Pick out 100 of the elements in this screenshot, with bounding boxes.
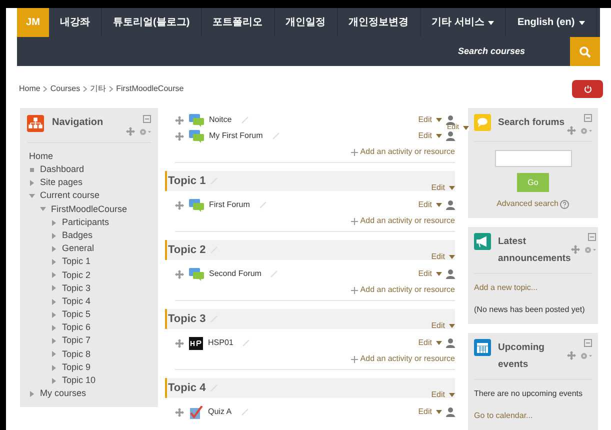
navigation-link[interactable]: Topic 4 (62, 294, 91, 308)
navigation-link[interactable]: Topic 8 (62, 348, 91, 362)
person-icon[interactable] (446, 200, 455, 210)
activity-link[interactable]: Noitce (209, 114, 232, 126)
move-icon[interactable] (126, 127, 135, 136)
search-button[interactable] (570, 37, 600, 66)
calendar-link[interactable]: Go to calendar... (474, 410, 592, 422)
person-icon[interactable] (446, 338, 455, 348)
logout-button[interactable] (572, 80, 603, 98)
activity-link[interactable]: Second Forum (209, 268, 262, 280)
navigation-link[interactable]: Badges (62, 228, 93, 242)
collapsed-triangle-icon[interactable] (51, 298, 57, 305)
edit-menu[interactable]: Edit (431, 389, 455, 401)
navigation-link[interactable]: Topic 9 (62, 360, 91, 374)
edit-menu[interactable]: Edit (418, 406, 442, 418)
navigation-link[interactable]: Current course (40, 189, 100, 203)
navigation-link[interactable]: General (62, 242, 94, 256)
activity-link[interactable]: Quiz A (208, 406, 232, 418)
person-icon[interactable] (446, 115, 455, 125)
edit-menu[interactable]: Edit (431, 320, 455, 332)
collapsed-triangle-icon[interactable] (51, 232, 57, 239)
add-topic-link[interactable]: Add a new topic... (474, 282, 592, 294)
move-icon[interactable] (175, 132, 184, 140)
navigation-link[interactable]: Home (29, 150, 54, 164)
navigation-link[interactable]: Topic 1 (62, 255, 91, 269)
navigation-link[interactable]: Topic 3 (62, 282, 91, 296)
menu-item[interactable]: 튜토리얼(블로그) (102, 8, 202, 37)
pencil-icon[interactable] (242, 339, 250, 347)
collapsed-triangle-icon[interactable] (51, 312, 57, 318)
edit-menu[interactable]: Edit (431, 182, 455, 194)
collapsed-triangle-icon[interactable] (51, 220, 57, 226)
breadcrumb-link[interactable]: Home (19, 83, 40, 95)
collapsed-triangle-icon[interactable] (51, 285, 57, 292)
menu-item[interactable]: 내강좌 (49, 8, 102, 37)
move-icon[interactable] (570, 245, 580, 254)
collapse-icon[interactable] (584, 114, 592, 122)
pencil-icon[interactable] (240, 116, 249, 124)
expanded-triangle-icon[interactable] (40, 206, 46, 212)
collapsed-triangle-icon[interactable] (29, 180, 35, 186)
pencil-icon[interactable] (272, 132, 280, 140)
add-activity-link[interactable]: Add an activity or resource (351, 353, 455, 365)
navigation-link[interactable]: FirstMoodleCourse (51, 202, 128, 216)
activity-link[interactable]: First Forum (209, 199, 250, 211)
edit-menu[interactable]: Edit (418, 199, 442, 211)
pencil-icon[interactable] (258, 201, 267, 209)
collapse-icon[interactable] (584, 339, 592, 347)
search-input[interactable] (494, 150, 572, 167)
breadcrumb-link[interactable]: Courses (50, 83, 80, 95)
collapsed-triangle-icon[interactable] (51, 351, 57, 358)
collapsed-triangle-icon[interactable] (51, 272, 57, 278)
edit-menu[interactable]: Edit (418, 114, 442, 126)
navigation-link[interactable]: Topic 5 (62, 308, 91, 322)
activity-link[interactable]: My First Forum (209, 130, 263, 142)
pencil-icon[interactable] (240, 408, 249, 416)
navigation-link[interactable]: Site pages (40, 176, 83, 190)
gear-icon[interactable] (139, 128, 151, 136)
move-icon[interactable] (175, 408, 184, 416)
navigation-link[interactable]: My courses (40, 387, 86, 401)
collapsed-triangle-icon[interactable] (51, 338, 57, 344)
edit-menu[interactable]: Edit (418, 268, 442, 280)
move-icon[interactable] (175, 338, 184, 348)
collapse-icon[interactable] (588, 233, 596, 241)
add-activity-link[interactable]: Add an activity or resource (351, 215, 455, 227)
move-icon[interactable] (175, 200, 184, 210)
collapsed-triangle-icon[interactable] (51, 325, 57, 332)
navigation-link[interactable]: Topic 2 (62, 268, 91, 282)
collapsed-triangle-icon[interactable] (51, 364, 57, 371)
move-icon[interactable] (567, 351, 576, 360)
activity-link[interactable]: HSP01 (208, 337, 234, 349)
collapsed-triangle-icon[interactable] (51, 246, 57, 252)
move-icon[interactable] (567, 126, 576, 135)
gear-icon[interactable] (584, 246, 596, 254)
gear-icon[interactable] (580, 352, 592, 360)
breadcrumb-link[interactable]: FirstMoodleCourse (116, 83, 184, 95)
add-activity-link[interactable]: Add an activity or resource (351, 146, 455, 158)
breadcrumb-link[interactable]: 기타 (90, 83, 106, 95)
person-icon[interactable] (446, 407, 455, 417)
menu-item[interactable]: 포트폴리오 (202, 8, 275, 37)
advanced-search-link[interactable]: Advanced search (496, 198, 558, 210)
move-icon[interactable] (175, 116, 184, 124)
add-activity-link[interactable]: Add an activity or resource (351, 284, 455, 296)
navigation-link[interactable]: Topic 10 (62, 374, 96, 388)
navigation-link[interactable]: Participants (62, 216, 110, 230)
person-icon[interactable] (446, 131, 455, 141)
pencil-icon[interactable] (270, 270, 278, 278)
search-field[interactable]: Search courses (450, 37, 570, 66)
collapsed-triangle-icon[interactable] (51, 378, 57, 384)
navigation-link[interactable]: Dashboard (40, 163, 84, 177)
navigation-link[interactable]: Topic 6 (62, 321, 91, 335)
menu-item[interactable]: 기타 서비스 (420, 8, 506, 37)
collapsed-triangle-icon[interactable] (29, 390, 35, 397)
move-icon[interactable] (175, 270, 184, 278)
collapsed-triangle-icon[interactable] (51, 259, 57, 266)
gear-icon[interactable] (580, 126, 592, 134)
expanded-triangle-icon[interactable] (29, 193, 35, 200)
menu-item[interactable]: 개인일정 (274, 8, 338, 37)
edit-menu[interactable]: Edit (418, 337, 442, 349)
help-icon[interactable] (560, 200, 570, 208)
edit-menu[interactable]: Edit (431, 251, 455, 263)
navigation-link[interactable]: Topic 7 (62, 334, 91, 348)
